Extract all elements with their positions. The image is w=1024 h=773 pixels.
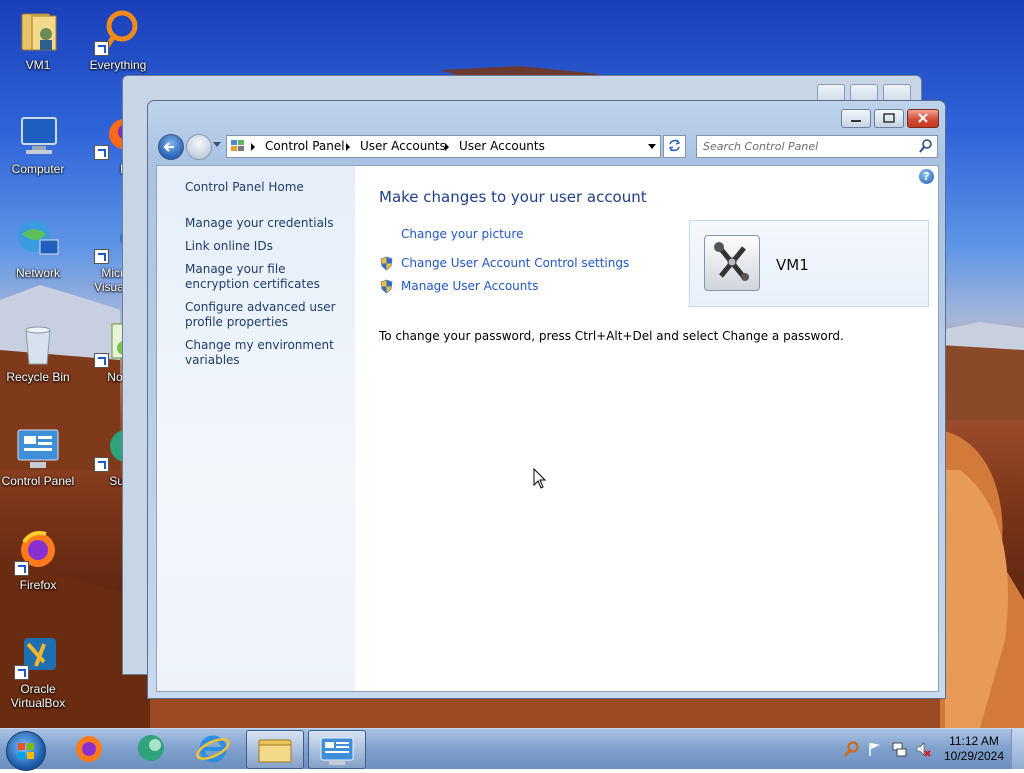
desktop-icon-virtualbox[interactable]: Oracle VirtualBox	[0, 632, 76, 710]
manage-credentials-link[interactable]: Manage your credentials	[185, 216, 345, 231]
taskbar-internet-explorer[interactable]	[186, 730, 242, 767]
desktop-icon-control-panel[interactable]: Control Panel	[0, 424, 76, 488]
close-icon	[908, 110, 938, 127]
search-tray-icon[interactable]	[843, 741, 859, 757]
desktop-icon-label: VM1	[25, 58, 51, 72]
everything-search-icon	[94, 8, 142, 56]
breadcrumb-separator[interactable]	[251, 143, 255, 151]
shortcut-arrow-icon	[94, 457, 109, 472]
navigation-bar: Control Panel User Accounts User Account…	[156, 132, 938, 160]
control-panel-window[interactable]: Control Panel User Accounts User Account…	[147, 100, 946, 699]
breadcrumb-user-accounts-current[interactable]: User Accounts	[459, 139, 545, 153]
desktop-icon-recycle-bin[interactable]: Recycle Bin	[0, 320, 76, 384]
uac-shield-icon	[380, 279, 393, 294]
clock-date: 10/29/2024	[943, 749, 1005, 763]
action-center-flag-icon[interactable]	[867, 741, 883, 757]
computer-icon	[14, 112, 62, 160]
desktop-icon-vm1[interactable]: VM1	[0, 8, 76, 72]
task-pane: Control Panel Home Manage your credentia…	[157, 166, 355, 691]
control-panel-icon	[14, 424, 62, 472]
back-arrow-icon	[163, 142, 174, 152]
taskbar-control-panel[interactable]	[308, 730, 366, 769]
shortcut-arrow-icon	[14, 561, 29, 576]
desktop-icon-label: Recycle Bin	[6, 370, 70, 384]
content-area: Control Panel Home Manage your credentia…	[156, 165, 939, 692]
search-input[interactable]	[703, 138, 908, 154]
control-panel-home-link[interactable]: Control Panel Home	[185, 180, 345, 195]
maximize-button[interactable]	[874, 109, 904, 128]
password-instructions: To change your password, press Ctrl+Alt+…	[379, 329, 844, 343]
network-globe-icon	[14, 216, 62, 264]
windows-logo-icon	[18, 743, 34, 759]
desktop-icon-label: Computer	[11, 162, 65, 176]
file-encryption-certificates-link[interactable]: Manage your file encryption certificates	[185, 262, 345, 292]
breadcrumb-control-panel[interactable]: Control Panel	[265, 139, 345, 153]
supernote-icon	[138, 735, 164, 761]
firefox-icon	[76, 736, 102, 762]
shortcut-arrow-icon	[94, 41, 109, 56]
advanced-profile-properties-link[interactable]: Configure advanced user profile properti…	[185, 300, 345, 330]
internet-explorer-icon	[196, 735, 230, 763]
firefox-icon	[14, 528, 62, 576]
taskbar-supernote[interactable]	[124, 730, 180, 767]
mouse-cursor-icon	[533, 468, 547, 489]
minimize-icon	[842, 110, 870, 127]
desktop-icon-computer[interactable]: Computer	[0, 112, 76, 176]
user-picture[interactable]	[704, 235, 760, 291]
taskbar-windows-explorer[interactable]	[246, 730, 304, 769]
user-folder-icon	[14, 8, 62, 56]
user-name: VM1	[776, 256, 809, 274]
desktop-icon-label: Oracle VirtualBox	[10, 682, 66, 710]
uac-shield-icon	[380, 256, 393, 271]
help-icon[interactable]: ?	[919, 169, 934, 184]
maximize-icon	[875, 110, 903, 127]
search-icon[interactable]	[919, 139, 933, 153]
address-bar[interactable]: Control Panel User Accounts User Account…	[226, 135, 661, 158]
desktop-icon-label: Network	[15, 266, 60, 280]
forward-button[interactable]	[186, 134, 212, 160]
minimize-button[interactable]	[841, 109, 871, 128]
uac-settings-link[interactable]: Change User Account Control settings	[401, 256, 629, 270]
shortcut-arrow-icon	[94, 353, 109, 368]
breadcrumb-user-accounts[interactable]: User Accounts	[360, 139, 446, 153]
desktop-icon-everything[interactable]: Everything	[80, 8, 156, 72]
desktop-icon-label: Control Panel	[1, 474, 75, 488]
control-panel-small-icon	[231, 140, 244, 151]
breadcrumb-separator[interactable]	[346, 143, 350, 151]
desktop-icon-label: Firefox	[19, 578, 57, 592]
change-picture-link[interactable]: Change your picture	[401, 227, 523, 241]
recycle-bin-icon	[14, 320, 62, 368]
desktop-icon-network[interactable]: Network	[0, 216, 76, 280]
desktop-icon-firefox[interactable]: Firefox	[0, 528, 76, 592]
desktop-icon-label: Everything	[89, 58, 147, 72]
shortcut-arrow-icon	[94, 145, 109, 160]
user-account-card: VM1	[689, 220, 929, 307]
page-heading: Make changes to your user account	[379, 188, 647, 206]
clock-time: 11:12 AM	[949, 734, 999, 748]
breadcrumb-separator[interactable]	[445, 143, 449, 151]
close-button[interactable]	[907, 109, 939, 128]
volume-muted-icon[interactable]	[915, 741, 931, 757]
back-button[interactable]	[158, 134, 184, 160]
taskbar: 11:12 AM 10/29/2024	[0, 728, 1024, 771]
manage-user-accounts-link[interactable]: Manage User Accounts	[401, 279, 538, 293]
start-button[interactable]	[6, 731, 46, 771]
recent-pages-dropdown[interactable]	[213, 142, 221, 147]
control-panel-icon	[320, 737, 354, 765]
refresh-button[interactable]	[663, 135, 686, 158]
taskbar-firefox[interactable]	[62, 730, 118, 767]
explorer-folder-icon	[258, 739, 292, 763]
show-desktop-button[interactable]	[1011, 729, 1024, 769]
link-online-ids-link[interactable]: Link online IDs	[185, 239, 345, 254]
virtualbox-icon	[14, 632, 62, 680]
network-tray-icon[interactable]	[891, 741, 907, 757]
shortcut-arrow-icon	[14, 665, 29, 680]
environment-variables-link[interactable]: Change my environment variables	[185, 338, 345, 368]
tools-avatar-icon	[714, 242, 749, 281]
address-history-dropdown[interactable]	[648, 144, 656, 149]
system-clock[interactable]: 11:12 AM 10/29/2024	[941, 734, 1007, 764]
refresh-icon	[668, 139, 681, 152]
search-box[interactable]	[696, 135, 938, 158]
shortcut-arrow-icon	[94, 249, 109, 264]
